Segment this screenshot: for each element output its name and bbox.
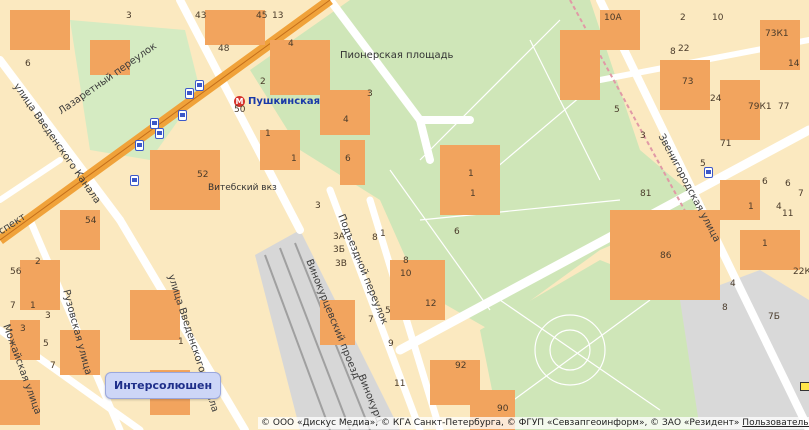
house-number: 22К — [793, 267, 809, 277]
terms-link[interactable]: Пользовательс — [742, 418, 809, 428]
house-number: 6 — [454, 227, 460, 237]
house-number: 2 — [35, 257, 41, 267]
house-number: 1 — [30, 301, 36, 311]
house-number: 3 — [20, 324, 26, 334]
house-number: 1 — [762, 239, 768, 249]
house-number: 9 — [388, 339, 394, 349]
house-number: 48 — [218, 44, 230, 54]
bus-stop-icon[interactable] — [130, 175, 139, 186]
bus-stop-icon[interactable] — [185, 88, 194, 99]
house-number: 45 — [256, 11, 268, 21]
copyright-bar: © ООО «Дискус Медиа», © КГА Санкт-Петерб… — [258, 417, 809, 429]
house-number: 7 — [10, 301, 16, 311]
house-number: 6 — [25, 59, 31, 69]
house-number: 22 — [678, 44, 690, 54]
scale-marker — [800, 382, 809, 391]
house-number: 7 — [798, 189, 804, 199]
house-number: 6 — [345, 154, 351, 164]
bus-stop-icon[interactable] — [195, 80, 204, 91]
house-number: 4 — [343, 115, 349, 125]
house-number: 4 — [730, 279, 736, 289]
house-number: 11 — [394, 379, 406, 389]
house-number: 1 — [265, 129, 271, 139]
house-number: 5 — [385, 306, 391, 316]
house-number: 3 — [640, 131, 646, 141]
house-number: 8 — [670, 47, 676, 57]
house-number: 1 — [380, 229, 386, 239]
house-number: 12 — [425, 299, 437, 309]
house-number: 5 — [700, 159, 706, 169]
house-number: 3Б — [333, 245, 345, 255]
house-number: 14 — [788, 59, 800, 69]
house-number: 90 — [497, 404, 509, 414]
company-tooltip[interactable]: Интерсолюшен — [105, 372, 222, 399]
house-number: 3А — [333, 232, 345, 242]
house-number: 5 — [43, 339, 49, 349]
house-number: 56 — [10, 267, 22, 277]
house-number: 4 — [288, 39, 294, 49]
house-number: 3 — [367, 89, 373, 99]
house-number: 2 — [680, 13, 686, 23]
house-number: 10А — [604, 13, 622, 23]
metro-station[interactable]: М Пушкинская — [234, 96, 320, 107]
house-number: 1 — [291, 154, 297, 164]
house-number: 6 — [785, 179, 791, 189]
bus-stop-icon[interactable] — [135, 140, 144, 151]
house-number: 8 — [722, 303, 728, 313]
house-number: 1 — [748, 202, 754, 212]
house-number: 10 — [712, 13, 724, 23]
map-canvas[interactable]: М Пушкинская Пионерская площадь Витебски… — [0, 0, 809, 430]
house-number: 1 — [178, 337, 184, 347]
house-number: 73 — [682, 77, 694, 87]
metro-station-name: Пушкинская — [248, 96, 321, 107]
house-number: 5 — [614, 105, 620, 115]
copyright-text: © ООО «Дискус Медиа», © КГА Санкт-Петерб… — [261, 418, 740, 428]
house-number: 1 — [468, 169, 474, 179]
house-number: 8 — [403, 256, 409, 266]
house-number: 24 — [710, 94, 722, 104]
house-number: 71 — [720, 139, 732, 149]
house-number: 52 — [197, 170, 209, 180]
house-number: 6 — [762, 177, 768, 187]
house-number: 4 — [776, 202, 782, 212]
house-number: 11 — [782, 209, 794, 219]
house-number: 3 — [45, 311, 51, 321]
house-number: 3 — [315, 201, 321, 211]
house-number: 1 — [470, 189, 476, 199]
house-number: 7 — [50, 361, 56, 371]
house-number: 86 — [660, 251, 672, 261]
house-number: 73К1 — [765, 29, 789, 39]
house-number: 54 — [85, 216, 97, 226]
house-number: 77 — [778, 102, 790, 112]
house-number: 3 — [126, 11, 132, 21]
house-number: 7Б — [768, 312, 780, 322]
square-label: Пионерская площадь — [340, 50, 454, 61]
bus-stop-icon[interactable] — [155, 128, 164, 139]
house-number: 79К1 — [748, 102, 772, 112]
house-number: 50 — [234, 105, 246, 115]
house-number: 2 — [260, 77, 266, 87]
bus-stop-icon[interactable] — [178, 110, 187, 121]
house-number: 81 — [640, 189, 652, 199]
house-number: 8 — [372, 233, 378, 243]
station-label: Витебский вкз — [208, 183, 277, 193]
house-number: 13 — [272, 11, 284, 21]
house-number: 43 — [195, 11, 207, 21]
house-number: 3В — [335, 259, 347, 269]
house-number: 10 — [400, 269, 412, 279]
house-number: 92 — [455, 361, 467, 371]
house-number: 7 — [368, 315, 374, 325]
